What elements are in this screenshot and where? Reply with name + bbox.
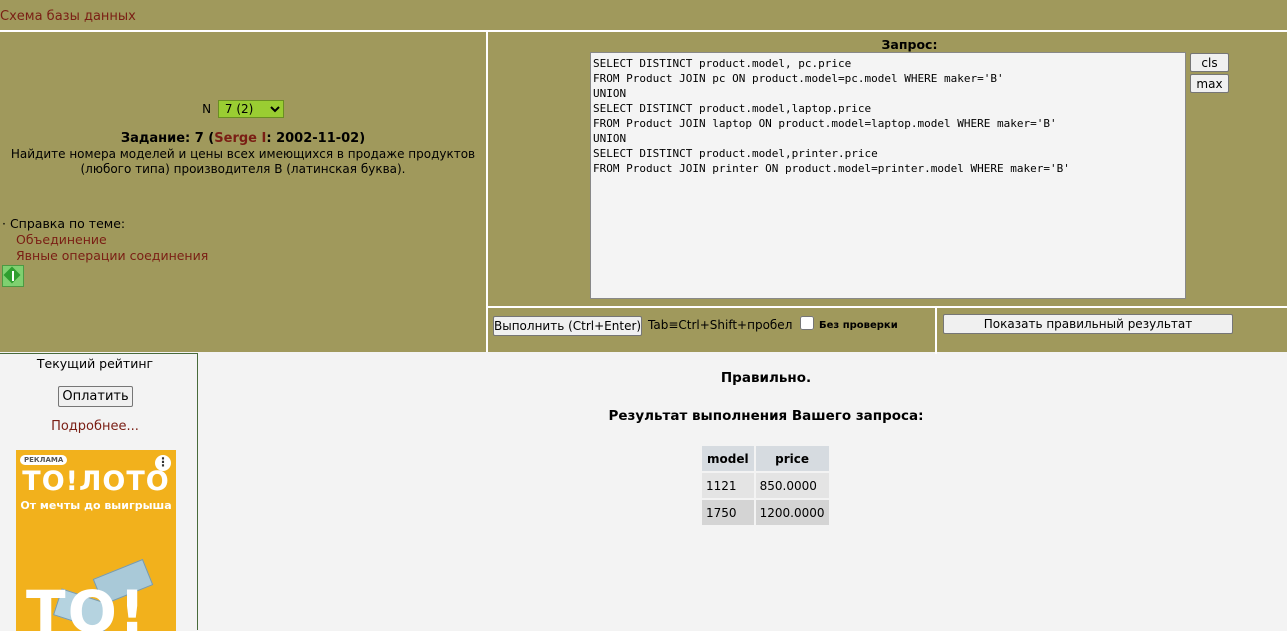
task-description: Найдите номера моделей и цены всех имеющ… [10,147,476,176]
column-header-price: price [755,446,829,471]
query-editor[interactable]: SELECT DISTINCT product.model, pc.price … [590,52,1186,299]
help-link-union[interactable]: Объединение [16,232,208,248]
ad-logo: ТО!ЛОТО [22,466,170,497]
task-number-label: N [202,102,212,116]
schema-link[interactable]: Схема базы данных [0,9,136,24]
pay-button[interactable]: Оплатить [58,386,133,407]
no-check-label: Без проверки [819,320,898,331]
run-query-button[interactable]: Выполнить (Ctrl+Enter) [493,316,642,336]
table-row: 1121 850.0000 [702,473,829,498]
no-check-checkbox[interactable] [800,316,814,330]
help-heading: · Справка по теме: [2,216,126,231]
query-panel: Запрос: SELECT DISTINCT product.model, p… [488,32,1287,354]
task-panel: N 7 (2) Задание: 7 (Serge I: 2002-11-02)… [0,32,488,352]
task-number-select[interactable]: 7 (2) [217,100,284,118]
ad-badge: РЕКЛАМА [20,455,68,465]
task-title-suffix: : 2002-11-02) [266,131,366,146]
task-number-selector: N 7 (2) [0,100,486,118]
table-header-row: model price [702,446,829,471]
result-status: Правильно. [720,370,812,386]
column-header-model: model [702,446,754,471]
rating-sidebar: Текущий рейтинг Оплатить Подробнее... РЕ… [0,353,198,631]
help-section: · Справка по теме: Объединение Явные опе… [2,216,208,264]
more-link[interactable]: Подробнее... [0,419,190,434]
result-table: model price 1121 850.0000 1750 1200.0000 [700,444,831,527]
table-row: 1750 1200.0000 [702,500,829,525]
table-cell: 1121 [702,473,754,498]
query-label: Запрос: [881,37,938,52]
task-title-prefix: Задание: 7 ( [120,131,215,146]
info-diamond-icon[interactable] [2,265,24,287]
table-cell: 850.0000 [755,473,829,498]
ad-big-text: ТО! [26,578,148,631]
top-bar: Схема базы данных [0,0,1287,32]
table-cell: 1200.0000 [755,500,829,525]
help-link-joins[interactable]: Явные операции соединения [16,248,208,264]
ad-slogan: От мечты до выигрыша [20,499,172,512]
task-author-link[interactable]: Serge I [214,131,266,146]
tab-hint: Tab≡Ctrl+Shift+пробел [648,318,793,332]
run-divider [935,308,937,354]
show-correct-result-button[interactable]: Показать правильный результат [943,314,1233,334]
rating-label: Текущий рейтинг [36,356,154,371]
clear-button[interactable]: cls [1190,53,1229,72]
run-toolbar: Выполнить (Ctrl+Enter) Tab≡Ctrl+Shift+пр… [488,306,1287,354]
result-area: Правильно. Результат выполнения Вашего з… [198,353,1287,630]
table-cell: 1750 [702,500,754,525]
maximize-button[interactable]: max [1190,74,1229,93]
ad-banner[interactable]: РЕКЛАМА ⋮ ТО!ЛОТО От мечты до выигрыша Т… [16,450,176,631]
result-title: Результат выполнения Вашего запроса: [608,408,924,424]
task-title: Задание: 7 (Serge I: 2002-11-02) [0,131,486,146]
